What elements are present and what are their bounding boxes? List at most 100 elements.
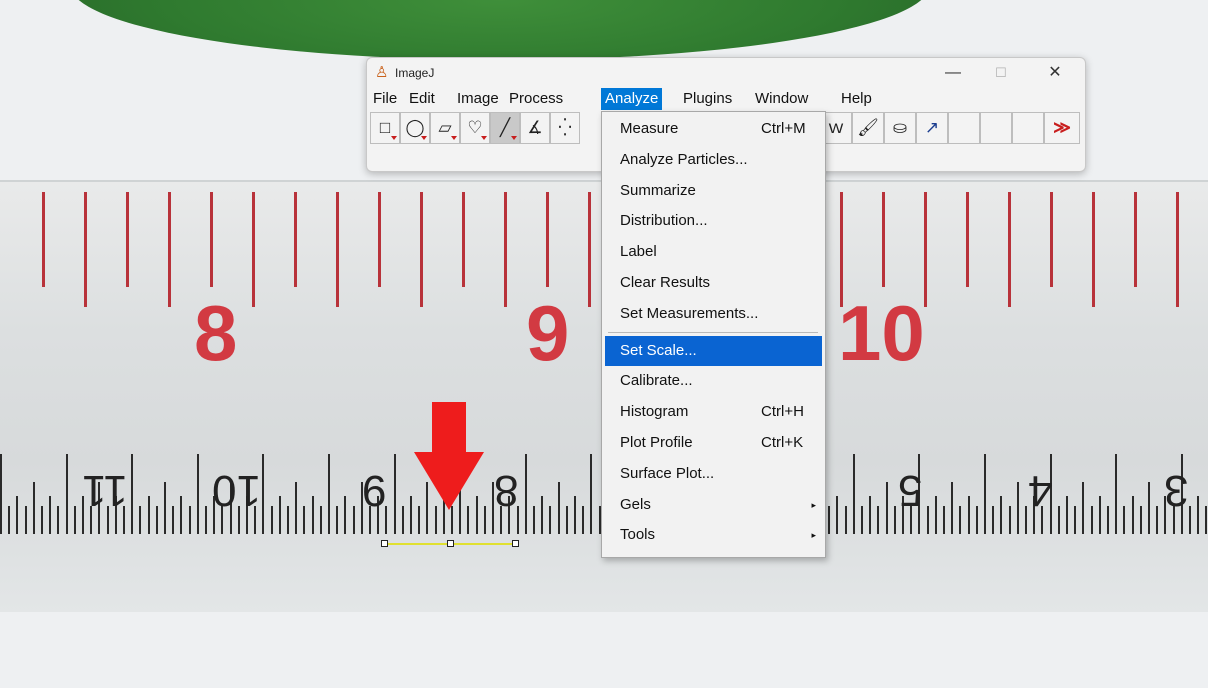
inch-number-5: 5: [898, 466, 923, 515]
inch-tick: [41, 506, 43, 534]
inch-tick: [893, 506, 896, 534]
menu-item-summarize[interactable]: Summarize: [605, 176, 822, 206]
menu-item-measure[interactable]: Measure Ctrl+M: [605, 114, 822, 144]
metric-tick: [126, 192, 129, 287]
empty-slot-2-icon[interactable]: [980, 112, 1012, 144]
inch-tick: [926, 506, 929, 534]
inch-tick: [16, 496, 19, 534]
inch-tick: [418, 506, 421, 534]
more-tools-icon[interactable]: ≫: [1044, 112, 1080, 144]
inch-tick: [869, 496, 872, 534]
metric-tick: [504, 192, 507, 307]
inch-tick: [8, 506, 11, 534]
freehand-tool-icon[interactable]: ♡: [460, 112, 490, 144]
menu-item-calibrate[interactable]: Calibrate...: [605, 366, 822, 396]
metric-tick: [168, 192, 171, 307]
inch-tick: [434, 506, 437, 534]
menu-item-analyze-particles[interactable]: Analyze Particles...: [605, 145, 822, 175]
menu-analyze[interactable]: Analyze: [601, 88, 663, 110]
inch-tick: [57, 506, 60, 534]
menu-item-label: Set Measurements...: [620, 304, 759, 322]
polygon-tool-icon[interactable]: ▱: [430, 112, 460, 144]
inch-tick: [1057, 506, 1060, 534]
menu-item-plot-profile[interactable]: Plot Profile Ctrl+K: [605, 428, 822, 458]
window-title: ImageJ: [395, 66, 435, 80]
leaf-background: [70, 0, 930, 60]
menu-item-clear-results[interactable]: Clear Results: [605, 268, 822, 298]
inch-tick: [24, 506, 27, 534]
menu-help[interactable]: Help: [837, 88, 876, 110]
inch-tick: [393, 454, 396, 534]
inch-tick: [131, 454, 134, 534]
inch-tick: [1066, 496, 1068, 534]
menu-item-set-scale[interactable]: Set Scale...: [605, 335, 822, 366]
inch-tick: [1189, 506, 1191, 534]
minimize-button[interactable]: —: [931, 60, 975, 86]
menu-plugins[interactable]: Plugins: [679, 88, 736, 110]
metric-tick: [1176, 192, 1179, 307]
menu-item-label: Histogram: [620, 403, 689, 421]
menu-item-label: Calibrate...: [620, 372, 693, 390]
line-tool-icon[interactable]: ╱: [490, 112, 520, 144]
menu-image[interactable]: Image: [453, 88, 503, 110]
maximize-button[interactable]: ☐: [979, 60, 1023, 86]
inch-tick: [295, 482, 298, 534]
metric-tick: [1050, 192, 1053, 287]
inch-tick: [582, 506, 585, 534]
metric-tick: [1092, 192, 1095, 307]
rectangle-tool-icon[interactable]: □: [370, 112, 400, 144]
menu-item-set-measurements[interactable]: Set Measurements...: [605, 299, 822, 329]
menu-item-label[interactable]: Label: [605, 237, 822, 267]
menu-item-surface-plot[interactable]: Surface Plot...: [605, 459, 822, 489]
menu-item-distribution[interactable]: Distribution...: [605, 206, 822, 236]
inch-tick: [861, 506, 863, 534]
inch-tick: [959, 506, 962, 534]
line-handle-end[interactable]: [512, 540, 519, 547]
inch-tick: [65, 454, 68, 534]
flood-fill-tool-icon[interactable]: ⛀: [884, 112, 916, 144]
menu-item-label: Tools: [620, 526, 656, 544]
inch-tick: [1205, 506, 1208, 534]
menu-window[interactable]: Window: [751, 88, 812, 110]
inch-tick: [451, 506, 453, 534]
empty-slot-3-icon[interactable]: [1012, 112, 1044, 144]
inch-tick: [951, 482, 954, 534]
inch-tick: [1156, 506, 1159, 534]
menu-process[interactable]: Process: [505, 88, 567, 110]
menu-item-shortcut: Ctrl+K: [761, 434, 804, 451]
menu-edit[interactable]: Edit: [405, 88, 439, 110]
inch-tick: [1074, 506, 1077, 534]
angle-tool-icon[interactable]: ∡: [520, 112, 550, 144]
inch-tick: [934, 496, 937, 534]
title-bar[interactable]: ♙ ImageJ — ☐ ✕: [367, 58, 1085, 88]
inch-tick: [155, 506, 158, 534]
menu-item-tools[interactable]: Tools ▸: [605, 520, 822, 550]
inch-tick: [303, 506, 306, 534]
inch-tick: [287, 506, 289, 534]
inch-tick: [139, 506, 142, 534]
inch-tick: [984, 454, 986, 534]
inch-tick: [205, 506, 207, 534]
brush-tool-icon[interactable]: 🖌: [852, 112, 884, 144]
inch-tick: [1107, 506, 1109, 534]
menu-item-label: Measure: [620, 120, 679, 137]
inch-tick: [73, 506, 76, 534]
inch-tick: [967, 496, 970, 534]
point-tool-icon[interactable]: ⁛: [550, 112, 580, 144]
metric-tick: [546, 192, 549, 287]
inch-tick: [483, 506, 486, 534]
inch-tick: [319, 506, 322, 534]
line-handle-start[interactable]: [381, 540, 388, 547]
arrow-tool-icon[interactable]: ↗: [916, 112, 948, 144]
oval-tool-icon[interactable]: ◯: [400, 112, 430, 144]
menu-file[interactable]: File: [369, 88, 401, 110]
menu-item-shortcut: Ctrl+H: [761, 403, 804, 421]
tool-options-marker: [481, 136, 487, 140]
menu-item-histogram[interactable]: Histogram Ctrl+H: [605, 397, 822, 427]
metric-tick: [462, 192, 465, 287]
line-handle-middle[interactable]: [447, 540, 454, 547]
inch-number-3: 3: [1164, 466, 1189, 515]
empty-slot-1-icon[interactable]: [948, 112, 980, 144]
menu-item-gels[interactable]: Gels ▸: [605, 490, 822, 520]
close-button[interactable]: ✕: [1033, 60, 1077, 86]
